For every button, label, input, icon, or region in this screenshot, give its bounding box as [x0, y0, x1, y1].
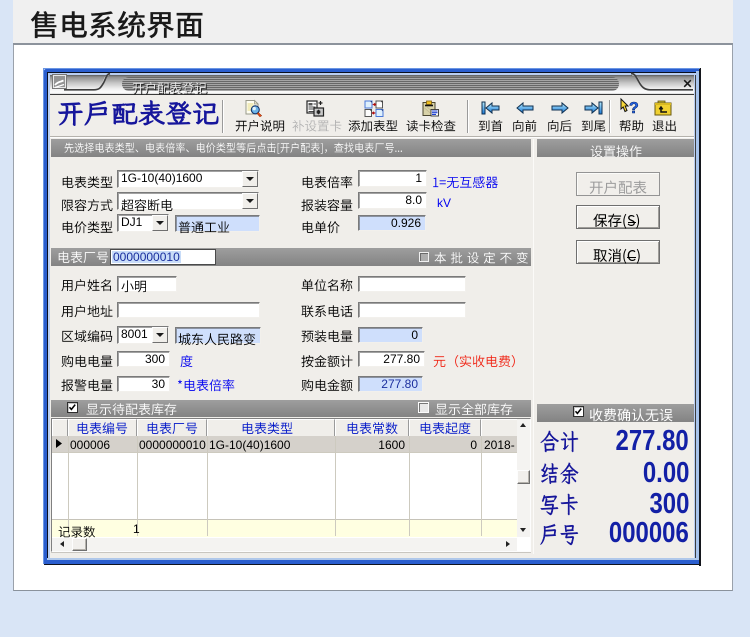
svg-text:?: ?	[629, 100, 639, 117]
